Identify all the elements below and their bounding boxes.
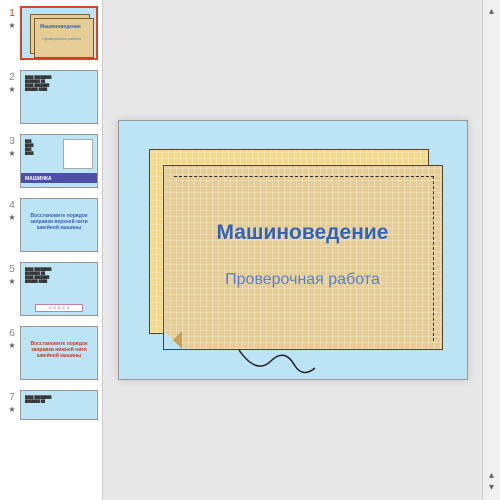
slide-thumbnail-2[interactable]: 2 ★ ████ ███████████████ ██████ ████████… — [4, 70, 98, 124]
slide-thumbnail-image[interactable]: ██████████████ МАШИНКА — [20, 134, 98, 188]
card-front: Машиноведение Проверочная работа — [163, 165, 443, 350]
slide-thumbnail-image[interactable]: ████ ███████████████ ██ — [20, 390, 98, 420]
star-icon: ★ — [8, 213, 15, 222]
star-icon: ★ — [8, 21, 15, 30]
next-slide-icon[interactable]: ▾ — [486, 482, 498, 494]
slide-thumbnail-image[interactable]: Машиноведение Проверочная работа — [20, 6, 98, 60]
slide-thumbnail-4[interactable]: 4 ★ Восстановите порядок заправки верхне… — [4, 198, 98, 252]
slide-number: 4 — [9, 200, 15, 211]
slide-thumbnail-image[interactable]: Восстановите порядок заправки нижней нит… — [20, 326, 98, 380]
slide-number: 3 — [9, 136, 15, 147]
slide-number: 5 — [9, 264, 15, 275]
thread-icon — [237, 348, 317, 378]
fold-corner-bg — [164, 331, 182, 349]
slide-thumbnail-5[interactable]: 5 ★ ████ ███████████████ ██████ ████████… — [4, 262, 98, 316]
slide-thumbnail-image[interactable]: ████ ███████████████ ██████ ████████████… — [20, 262, 98, 316]
star-icon: ★ — [8, 405, 15, 414]
slide-subtitle[interactable]: Проверочная работа — [164, 271, 442, 289]
slide-number: 7 — [9, 392, 15, 403]
slide-number: 1 — [9, 8, 15, 19]
slide-number: 2 — [9, 72, 15, 83]
slide-canvas[interactable]: Машиноведение Проверочная работа — [118, 120, 468, 380]
slide-thumbnail-image[interactable]: Восстановите порядок заправки верхней ни… — [20, 198, 98, 252]
right-toolbar: ▴ ▴ ▾ — [482, 0, 500, 500]
prev-slide-icon[interactable]: ▴ — [486, 470, 498, 482]
slide-thumbnail-7[interactable]: 7 ★ ████ ███████████████ ██ — [4, 390, 98, 420]
slide-thumbnail-1[interactable]: 1 ★ Машиноведение Проверочная работа — [4, 6, 98, 60]
slide-number: 6 — [9, 328, 15, 339]
slide-thumbnail-6[interactable]: 6 ★ Восстановите порядок заправки нижней… — [4, 326, 98, 380]
star-icon: ★ — [8, 341, 15, 350]
stitch-border — [174, 176, 434, 341]
scroll-up-icon[interactable]: ▴ — [486, 6, 498, 18]
slide-thumbnail-image[interactable]: ████ ███████████████ ██████ ████████████… — [20, 70, 98, 124]
slide-editor[interactable]: Машиноведение Проверочная работа — [103, 0, 482, 500]
slide-title[interactable]: Машиноведение — [164, 221, 442, 245]
star-icon: ★ — [8, 277, 15, 286]
star-icon: ★ — [8, 149, 15, 158]
star-icon: ★ — [8, 85, 15, 94]
slide-panel[interactable]: 1 ★ Машиноведение Проверочная работа 2 ★… — [0, 0, 103, 500]
slide-thumbnail-3[interactable]: 3 ★ ██████████████ МАШИНКА — [4, 134, 98, 188]
